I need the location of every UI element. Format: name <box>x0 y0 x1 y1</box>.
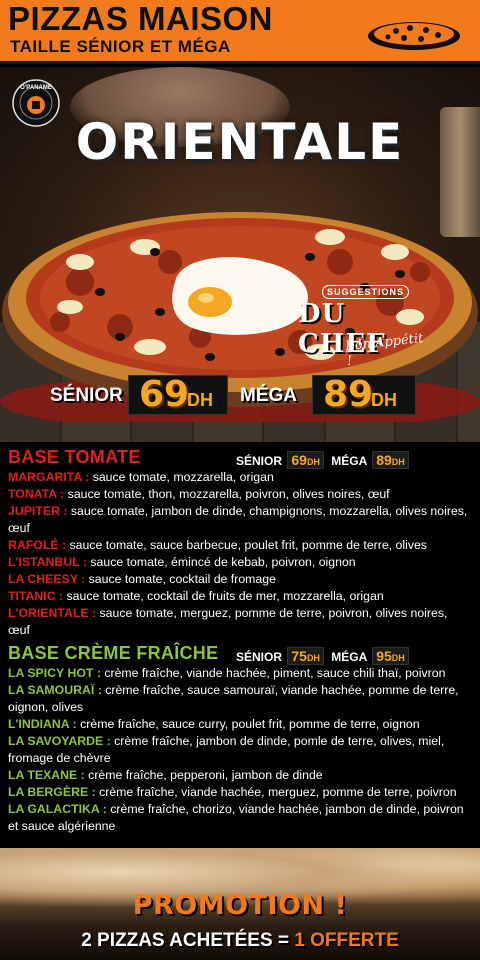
item-name: JUPITER : <box>8 504 68 518</box>
item-name: LA SAMOURAÏ : <box>8 683 102 697</box>
item-desc: sauce tomate, sauce barbecue, poulet fri… <box>66 538 427 552</box>
svg-text:O'PANAME: O'PANAME <box>20 85 52 91</box>
pizza-icon <box>368 22 460 50</box>
badge-suggestions: SUGGESTIONS <box>322 285 410 299</box>
senior-label: SÉNIOR <box>236 650 283 664</box>
item-name: LA BERGÈRE : <box>8 785 96 799</box>
mega-price: 95 <box>376 648 392 664</box>
currency: DH <box>306 653 320 663</box>
item-name: LA TEXANE : <box>8 768 85 782</box>
senior-price-box: 69 DH <box>128 374 228 415</box>
header-subtitle: TAILLE SÉNIOR ET MÉGA <box>10 37 231 56</box>
section-header-tomate: BASE TOMATE SÉNIOR 69DH MÉGA 89DH <box>8 445 472 469</box>
senior-price: 75 <box>291 648 307 664</box>
list-item: JUPITER : sauce tomate, jambon de dinde,… <box>8 503 472 537</box>
list-item: LA CHEESY : sauce tomate, cocktail de fr… <box>8 571 472 588</box>
header-title: PIZZAS MAISON <box>8 0 274 37</box>
mega-price-box: 89 DH <box>312 374 416 415</box>
senior-price-box: 75DH <box>287 647 324 665</box>
mega-price-box: 95DH <box>372 647 409 665</box>
item-desc: crème fraîche, pepperoni, jambon de dind… <box>84 768 323 782</box>
item-desc: sauce tomate, thon, mozzarella, poivron,… <box>64 487 390 501</box>
mega-price: 89 <box>376 452 392 468</box>
mega-label: MÉGA <box>331 650 367 664</box>
item-name: TONATA : <box>8 487 65 501</box>
senior-price: 69 <box>139 374 190 415</box>
item-name: LA GALACTIKA : <box>8 802 107 816</box>
list-item: TONATA : sauce tomate, thon, mozzarella,… <box>8 486 472 503</box>
pizza-name: ORIENTALE <box>75 113 405 171</box>
promo-title: PROMOTION ! <box>132 890 348 921</box>
senior-label: SÉNIOR <box>50 385 123 406</box>
du-chef-badge: SUGGESTIONS DU CHEF Bon Appétit ! <box>298 285 426 369</box>
item-desc: sauce tomate, émincé de kebab, poivron, … <box>86 555 356 569</box>
list-item: MARGARITA : sauce tomate, mozzarella, or… <box>8 469 472 486</box>
header-banner: PIZZAS MAISON TAILLE SÉNIOR ET MÉGA <box>0 0 480 64</box>
list-item: LA GALACTIKA : crème fraîche, chorizo, v… <box>8 801 472 835</box>
promo-free: 1 OFFERTE <box>294 930 399 951</box>
list-item: LA SAMOURAÏ : crème fraîche, sauce samou… <box>8 682 472 716</box>
item-name: RAFOLÉ : <box>8 538 67 552</box>
item-name: L'INDIANA : <box>8 717 77 731</box>
currency: DH <box>306 457 320 467</box>
section-header-creme: BASE CRÈME FRAÎCHE SÉNIOR 75DH MÉGA 95DH <box>8 641 472 665</box>
promotion-banner: PROMOTION ! 2 PIZZAS ACHETÉES = 1 OFFERT… <box>0 848 480 960</box>
item-name: TITANIC : <box>8 589 64 603</box>
item-desc: sauce tomate, jambon de dinde, champigno… <box>8 504 468 535</box>
item-desc: crème fraîche, sauce curry, poulet frit,… <box>76 717 420 731</box>
list-item: LA SPICY HOT : crème fraîche, viande hac… <box>8 665 472 682</box>
mega-price-box: 89DH <box>372 451 409 469</box>
item-desc: sauce tomate, cocktail de fruits de mer,… <box>63 589 384 603</box>
item-name: L'ORIENTALE : <box>8 606 97 620</box>
mega-currency: DH <box>371 390 397 410</box>
list-item: L'ORIENTALE : sauce tomate, merguez, pom… <box>8 605 472 639</box>
hero-image: O'PANAME ORIENTALE SUGGESTIONS DU CHEF B… <box>0 67 480 442</box>
section-prices: SÉNIOR 69DH MÉGA 89DH <box>236 451 413 469</box>
item-name: LA CHEESY : <box>8 572 86 586</box>
promo-offer: 2 PIZZAS ACHETÉES = 1 OFFERTE <box>0 930 480 952</box>
item-name: L'ISTANBUL : <box>8 555 87 569</box>
tomate-items: MARGARITA : sauce tomate, mozzarella, or… <box>8 469 472 639</box>
item-desc: crème fraîche, viande hachée, merguez, p… <box>95 785 457 799</box>
item-desc: crème fraîche, viande hachée, piment, sa… <box>100 666 446 680</box>
list-item: LA TEXANE : crème fraîche, pepperoni, ja… <box>8 767 472 784</box>
item-desc: sauce tomate, cocktail de fromage <box>85 572 276 586</box>
senior-price: 69 <box>291 452 307 468</box>
list-item: L'INDIANA : crème fraîche, sauce curry, … <box>8 716 472 733</box>
senior-label: SÉNIOR <box>236 454 283 468</box>
list-item: LA SAVOYARDE : crème fraîche, jambon de … <box>8 733 472 767</box>
hero-prices: SÉNIOR 69 DH MÉGA 89 DH <box>0 374 480 415</box>
list-item: LA BERGÈRE : crème fraîche, viande haché… <box>8 784 472 801</box>
item-name: LA SPICY HOT : <box>8 666 101 680</box>
currency: DH <box>391 457 405 467</box>
mega-price: 89 <box>323 374 374 415</box>
creme-items: LA SPICY HOT : crème fraîche, viande hac… <box>8 665 472 835</box>
list-item: L'ISTANBUL : sauce tomate, émincé de keb… <box>8 554 472 571</box>
item-desc: sauce tomate, mozzarella, origan <box>89 470 274 484</box>
list-item: RAFOLÉ : sauce tomate, sauce barbecue, p… <box>8 537 472 554</box>
menu-list: BASE TOMATE SÉNIOR 69DH MÉGA 89DH MARGAR… <box>0 445 480 845</box>
promo-equals: = <box>272 930 295 951</box>
currency: DH <box>391 653 405 663</box>
senior-currency: DH <box>187 390 213 410</box>
section-title: BASE TOMATE <box>8 447 141 467</box>
promo-bought: 2 PIZZAS ACHETÉES <box>81 930 273 951</box>
item-name: MARGARITA : <box>8 470 90 484</box>
item-name: LA SAVOYARDE : <box>8 734 111 748</box>
section-title: BASE CRÈME FRAÎCHE <box>8 643 219 663</box>
section-prices: SÉNIOR 75DH MÉGA 95DH <box>236 647 413 665</box>
mega-label: MÉGA <box>240 385 297 406</box>
senior-price-box: 69DH <box>287 451 324 469</box>
list-item: TITANIC : sauce tomate, cocktail de frui… <box>8 588 472 605</box>
mega-label: MÉGA <box>331 454 367 468</box>
